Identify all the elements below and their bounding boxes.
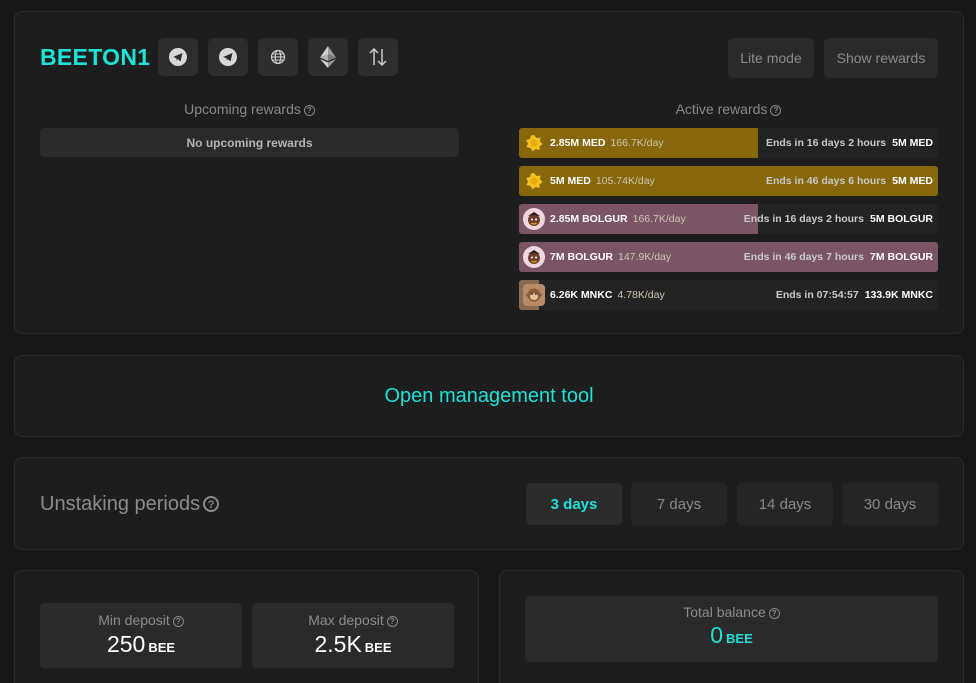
max-deposit-amount: 2.5K xyxy=(314,631,362,657)
unstaking-periods-card: Unstaking periods? 3 days 7 days 14 days… xyxy=(14,457,964,550)
pool-info-card: BEETON1 Lite mode Show rewards Upcoming … xyxy=(14,11,964,334)
reward-rate: 105.74K/day xyxy=(595,175,655,187)
no-upcoming-rewards: No upcoming rewards xyxy=(40,128,459,157)
active-reward-row: 6.26K MNKC 4.78K/day Ends in 07:54:57 133.9… xyxy=(519,280,938,310)
med-token-icon xyxy=(523,170,545,192)
min-deposit-box: Min deposit? 250 BEE xyxy=(40,603,242,668)
reward-ends: Ends in 16 days 2 hours xyxy=(765,137,887,149)
telegram-link-button[interactable] xyxy=(158,38,198,76)
globe-icon xyxy=(270,49,286,65)
min-deposit-value: 250 BEE xyxy=(40,631,242,658)
reward-amount: 2.85M MED xyxy=(550,137,606,149)
reward-total: 5M MED xyxy=(892,137,933,149)
mnkc-token-icon xyxy=(523,284,545,306)
reward-amount: 6.26K MNKC xyxy=(550,289,613,301)
total-balance-heading: Total balance? xyxy=(525,604,938,620)
balance-card: Total balance? 0 BEE xyxy=(499,570,964,683)
ethereum-icon xyxy=(320,46,336,68)
active-reward-row: 2.85M MED 166.7K/day Ends in 16 days 2 hou… xyxy=(519,128,938,158)
management-tool-card[interactable]: Open management tool xyxy=(14,355,964,437)
open-management-tool-link[interactable]: Open management tool xyxy=(384,385,593,408)
reward-rate: 166.7K/day xyxy=(632,213,686,225)
help-icon[interactable]: ? xyxy=(768,608,780,619)
max-deposit-heading: Max deposit? xyxy=(252,612,454,628)
med-token-icon xyxy=(523,132,545,154)
bolgur-token-icon xyxy=(523,246,545,268)
help-icon[interactable]: ? xyxy=(172,616,184,627)
reward-ends: Ends in 16 days 2 hours xyxy=(743,213,864,225)
upcoming-rewards-heading: Upcoming rewards? xyxy=(40,101,459,117)
pool-title: BEETON1 xyxy=(40,44,151,70)
reward-rate: 4.78K/day xyxy=(617,289,665,301)
reward-total: 5M BOLGUR xyxy=(870,213,933,225)
help-icon[interactable]: ? xyxy=(303,105,315,116)
telegram-channel-button[interactable] xyxy=(208,38,248,76)
website-button[interactable] xyxy=(258,38,298,76)
show-rewards-button[interactable]: Show rewards xyxy=(824,38,938,78)
deposit-limits-card: Min deposit? 250 BEE Max deposit? 2.5K BEE xyxy=(14,570,479,683)
max-deposit-label: Max deposit xyxy=(308,612,384,628)
total-balance-label: Total balance xyxy=(683,604,766,620)
period-option[interactable]: 7 days xyxy=(631,483,727,525)
reward-rate: 166.7K/day xyxy=(610,137,664,149)
total-balance-unit: BEE xyxy=(726,631,753,646)
reward-total: 133.9K MNKC xyxy=(864,289,933,301)
period-option[interactable]: 14 days xyxy=(737,483,833,525)
reward-rate: 147.9K/day xyxy=(618,251,672,263)
active-reward-row: 2.85M BOLGUR 166.7K/day Ends in 16 days 2 … xyxy=(519,204,938,234)
active-rewards-heading: Active rewards? xyxy=(519,101,938,117)
max-deposit-box: Max deposit? 2.5K BEE xyxy=(252,603,454,668)
reward-ends: Ends in 46 days 7 hours xyxy=(743,251,864,263)
telegram-icon xyxy=(219,48,237,66)
active-rewards-label: Active rewards xyxy=(675,101,768,117)
unstaking-periods-title: Unstaking periods? xyxy=(40,493,220,516)
bolgur-token-icon xyxy=(523,208,545,230)
min-deposit-label: Min deposit xyxy=(98,612,170,628)
reward-amount: 2.85M BOLGUR xyxy=(550,213,628,225)
total-balance-value: 0 BEE xyxy=(525,622,938,649)
help-icon[interactable]: ? xyxy=(770,105,782,116)
total-balance-amount: 0 xyxy=(710,622,724,648)
telegram-icon xyxy=(169,48,187,66)
swap-arrows-icon xyxy=(369,47,387,67)
lite-mode-button[interactable]: Lite mode xyxy=(728,38,814,78)
min-deposit-amount: 250 xyxy=(106,631,146,657)
upcoming-rewards-label: Upcoming rewards xyxy=(184,101,301,117)
reward-amount: 5M MED xyxy=(550,175,591,187)
period-option[interactable]: 30 days xyxy=(842,483,938,525)
total-balance-box: Total balance? 0 BEE xyxy=(525,596,938,662)
reward-total: 5M MED xyxy=(892,175,933,187)
unstaking-periods-label: Unstaking periods xyxy=(40,493,201,515)
reward-ends: Ends in 46 days 6 hours xyxy=(765,175,887,187)
max-deposit-unit: BEE xyxy=(364,640,392,655)
reward-ends: Ends in 07:54:57 xyxy=(775,289,859,301)
active-reward-row: 5M MED 105.74K/day Ends in 46 days 6 hours… xyxy=(519,166,938,196)
active-reward-row: 7M BOLGUR 147.9K/day Ends in 46 days 7 hou… xyxy=(519,242,938,272)
swap-button[interactable] xyxy=(358,38,398,76)
reward-amount: 7M BOLGUR xyxy=(550,251,613,263)
ethereum-explorer-button[interactable] xyxy=(308,38,348,76)
reward-total: 7M BOLGUR xyxy=(870,251,933,263)
min-deposit-unit: BEE xyxy=(148,640,176,655)
max-deposit-value: 2.5K BEE xyxy=(252,631,454,658)
help-icon[interactable]: ? xyxy=(386,616,398,627)
period-option[interactable]: 3 days xyxy=(526,483,622,525)
min-deposit-heading: Min deposit? xyxy=(40,612,242,628)
help-icon[interactable]: ? xyxy=(203,496,220,512)
